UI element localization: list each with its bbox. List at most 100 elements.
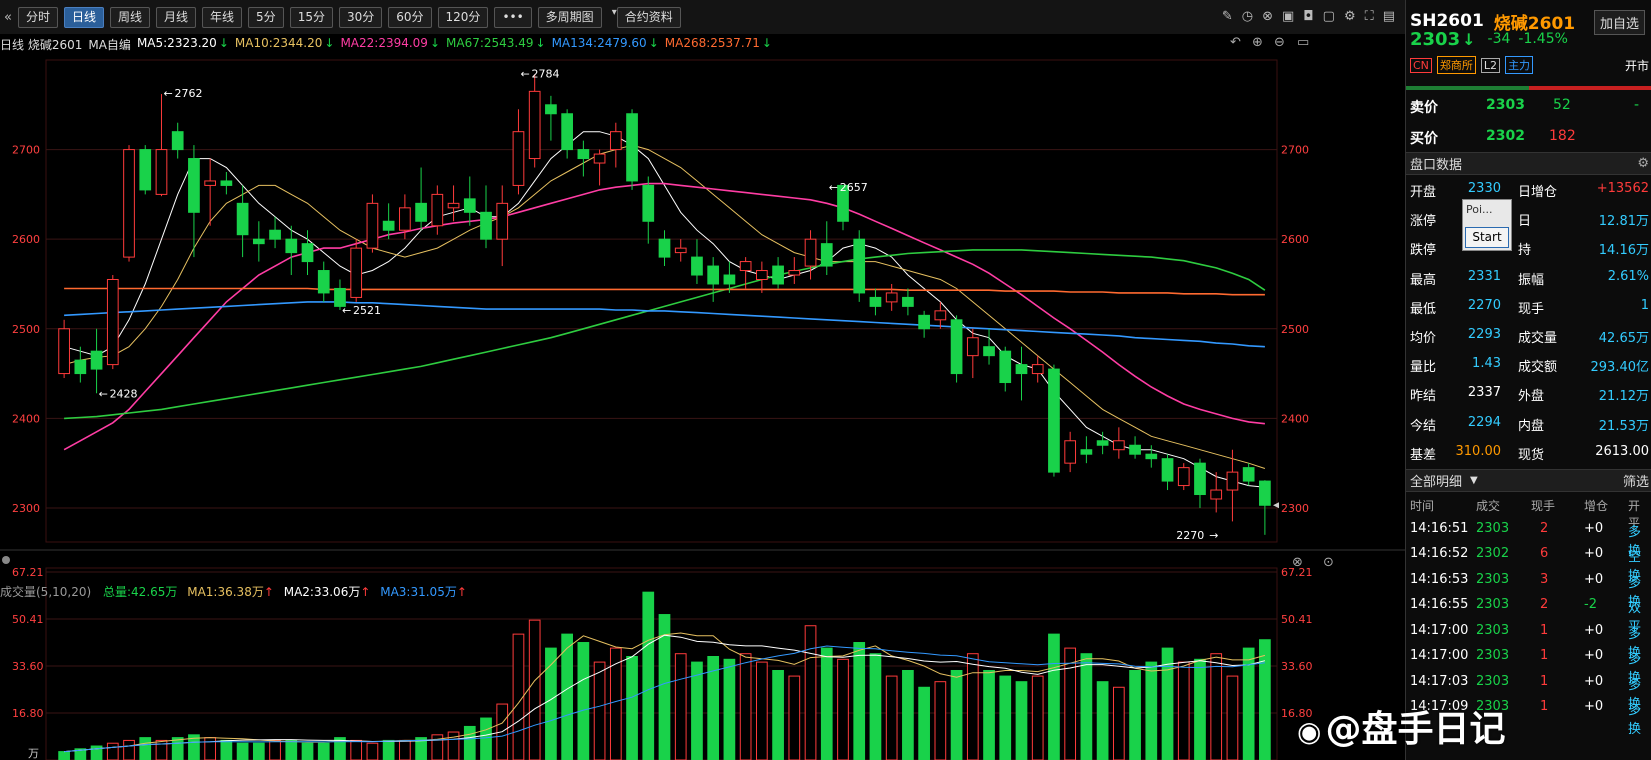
- volume-bar[interactable]: [934, 681, 947, 760]
- fullscreen-icon[interactable]: ⛶: [1365, 9, 1374, 24]
- candle-down[interactable]: [463, 198, 476, 213]
- candle-down[interactable]: [236, 202, 249, 236]
- period-button[interactable]: 月线: [156, 6, 197, 28]
- zoom-out-icon[interactable]: ⊖: [1274, 35, 1285, 50]
- volume-bar[interactable]: [1064, 647, 1077, 760]
- candle-up[interactable]: [593, 153, 606, 164]
- candle-down[interactable]: [691, 256, 703, 276]
- volume-bar[interactable]: [528, 619, 541, 760]
- volume-bar[interactable]: [869, 653, 882, 760]
- volume-bar[interactable]: [691, 661, 703, 760]
- volume-bar[interactable]: [269, 739, 281, 760]
- candle-up[interactable]: [885, 292, 898, 303]
- candle-up[interactable]: [1064, 440, 1077, 464]
- trade-detail-header[interactable]: 全部明细 ▼ 筛选: [1406, 468, 1651, 492]
- volume-bar[interactable]: [626, 656, 638, 760]
- candle-down[interactable]: [415, 202, 427, 222]
- volume-bar[interactable]: [252, 742, 265, 760]
- volume-bar[interactable]: [723, 658, 736, 760]
- period-button[interactable]: 120分: [437, 6, 489, 28]
- candle-down[interactable]: [983, 346, 995, 357]
- candle-up[interactable]: [1031, 364, 1044, 375]
- volume-bar[interactable]: [1129, 669, 1141, 760]
- candle-down[interactable]: [999, 350, 1012, 384]
- candle-down[interactable]: [188, 158, 200, 213]
- window-icon[interactable]: ▢: [1323, 9, 1335, 24]
- volume-bar[interactable]: [837, 658, 849, 760]
- candle-down[interactable]: [658, 238, 671, 258]
- volume-bar[interactable]: [756, 661, 768, 760]
- volume-bar[interactable]: [106, 742, 119, 760]
- volume-bar[interactable]: [350, 739, 363, 760]
- volume-bar[interactable]: [171, 737, 184, 760]
- candle-up[interactable]: [934, 310, 947, 321]
- candle-up[interactable]: [788, 270, 801, 276]
- candle-down[interactable]: [561, 113, 573, 151]
- period-button[interactable]: •••: [494, 6, 532, 28]
- candle-down[interactable]: [1129, 444, 1141, 455]
- volume-bar[interactable]: [139, 737, 152, 760]
- candle-up[interactable]: [58, 328, 70, 375]
- volume-bar[interactable]: [236, 742, 249, 760]
- period-button[interactable]: 15分: [289, 6, 333, 28]
- period-button[interactable]: 分时: [17, 6, 58, 28]
- volume-bar[interactable]: [1096, 681, 1109, 760]
- volume-bar[interactable]: [399, 739, 411, 760]
- volume-bar[interactable]: [804, 625, 817, 760]
- candle-up[interactable]: [528, 90, 541, 160]
- candle-down[interactable]: [1194, 462, 1206, 496]
- poi-input[interactable]: Poi...: [1463, 200, 1511, 220]
- volume-bar[interactable]: [317, 742, 330, 760]
- volume-bar[interactable]: [885, 675, 898, 760]
- candle-down[interactable]: [545, 104, 557, 115]
- volume-bar[interactable]: [1177, 661, 1190, 760]
- volume-bar[interactable]: [902, 669, 914, 760]
- volume-bar[interactable]: [1259, 639, 1271, 760]
- candle-up[interactable]: [350, 247, 363, 298]
- volume-bar[interactable]: [1048, 633, 1060, 760]
- candle-up[interactable]: [512, 131, 525, 186]
- candle-down[interactable]: [1145, 453, 1158, 460]
- volume-bar[interactable]: [577, 642, 590, 760]
- camera-icon[interactable]: ◘: [1303, 9, 1313, 24]
- period-button[interactable]: 日线: [63, 6, 104, 28]
- image-icon[interactable]: ▣: [1282, 9, 1294, 24]
- candle-down[interactable]: [626, 113, 638, 182]
- candle-down[interactable]: [252, 238, 265, 245]
- settings-icon[interactable]: ⚙: [1344, 9, 1356, 24]
- volume-bar[interactable]: [1112, 686, 1125, 760]
- volume-bar[interactable]: [204, 737, 217, 760]
- candle-down[interactable]: [220, 180, 233, 186]
- volume-bar[interactable]: [1145, 661, 1158, 760]
- volume-bar[interactable]: [966, 653, 979, 760]
- period-button[interactable]: 周线: [110, 6, 151, 28]
- candle-down[interactable]: [480, 211, 492, 240]
- volume-bar[interactable]: [1031, 675, 1044, 760]
- candle-down[interactable]: [950, 319, 963, 375]
- volume-bar[interactable]: [1210, 653, 1223, 760]
- candle-up[interactable]: [1112, 440, 1125, 451]
- market-data-header[interactable]: 盘口数据 ⚙: [1406, 152, 1651, 175]
- volume-bar[interactable]: [480, 717, 492, 760]
- volume-bar[interactable]: [1080, 653, 1093, 760]
- volume-bar[interactable]: [366, 742, 379, 760]
- candle-up[interactable]: [804, 238, 817, 267]
- candle-up[interactable]: [1177, 467, 1190, 487]
- candle-up[interactable]: [123, 149, 135, 258]
- volume-bar[interactable]: [918, 686, 930, 760]
- volume-bar[interactable]: [853, 642, 866, 760]
- volume-bar[interactable]: [642, 591, 655, 760]
- panel-icon[interactable]: ▭: [1297, 35, 1309, 50]
- candle-down[interactable]: [285, 238, 298, 254]
- candle-down[interactable]: [723, 274, 736, 285]
- candle-up[interactable]: [739, 261, 752, 272]
- clock-icon[interactable]: ◷: [1242, 9, 1253, 24]
- candle-down[interactable]: [1080, 449, 1093, 455]
- volume-bar[interactable]: [788, 675, 801, 760]
- volume-bar[interactable]: [820, 647, 833, 760]
- candle-down[interactable]: [90, 350, 103, 370]
- settings-icon[interactable]: ⚙: [1637, 156, 1649, 171]
- volume-bar[interactable]: [285, 739, 298, 760]
- candle-down[interactable]: [1015, 364, 1028, 375]
- settings-icon[interactable]: ⊙: [1323, 555, 1334, 570]
